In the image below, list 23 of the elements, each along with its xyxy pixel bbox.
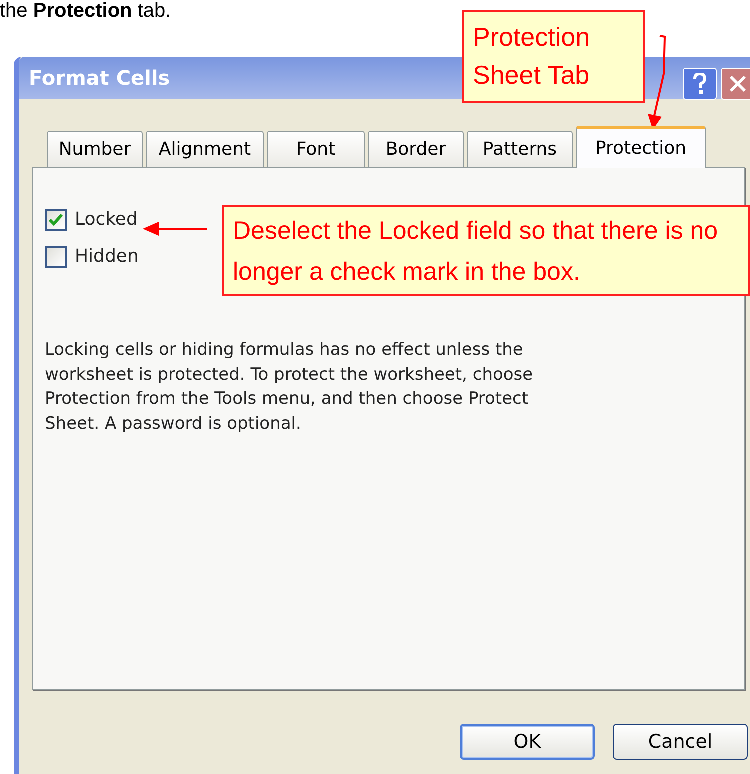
- callout-note: Protection Sheet Tab: [462, 10, 645, 103]
- callout-arrow: [143, 220, 209, 238]
- checkbox[interactable]: [45, 246, 67, 268]
- tab[interactable]: Alignment: [146, 131, 264, 167]
- heading-text: the Protection tab.: [0, 0, 172, 22]
- close-icon: [728, 74, 748, 94]
- tab[interactable]: Font: [267, 131, 365, 167]
- help-button[interactable]: [683, 68, 717, 100]
- tab[interactable]: Number: [47, 131, 143, 167]
- dialog-button[interactable]: Cancel: [613, 724, 748, 760]
- callout-note: Deselect the Locked field so that there is no longer a check mark in the box.: [222, 205, 750, 296]
- dialog-button[interactable]: OK: [460, 724, 595, 760]
- checkbox[interactable]: [45, 208, 67, 230]
- tab[interactable]: Patterns: [467, 131, 573, 167]
- checkbox-label: Locked: [75, 208, 138, 232]
- check-icon: [49, 214, 63, 226]
- tab[interactable]: Protection: [576, 126, 706, 168]
- checkbox-label: Hidden: [75, 245, 139, 269]
- description-text: Locking cells or hiding formulas has no effect unless the worksheet is protected. To protect the worksheet, choose Protection from the Tools menu, and then choose Protect Sheet. A password is optional.: [45, 339, 534, 436]
- tab[interactable]: Border: [368, 131, 464, 167]
- close-button[interactable]: [721, 68, 750, 100]
- help-icon: [692, 73, 708, 95]
- window-title: Format Cells: [29, 65, 170, 92]
